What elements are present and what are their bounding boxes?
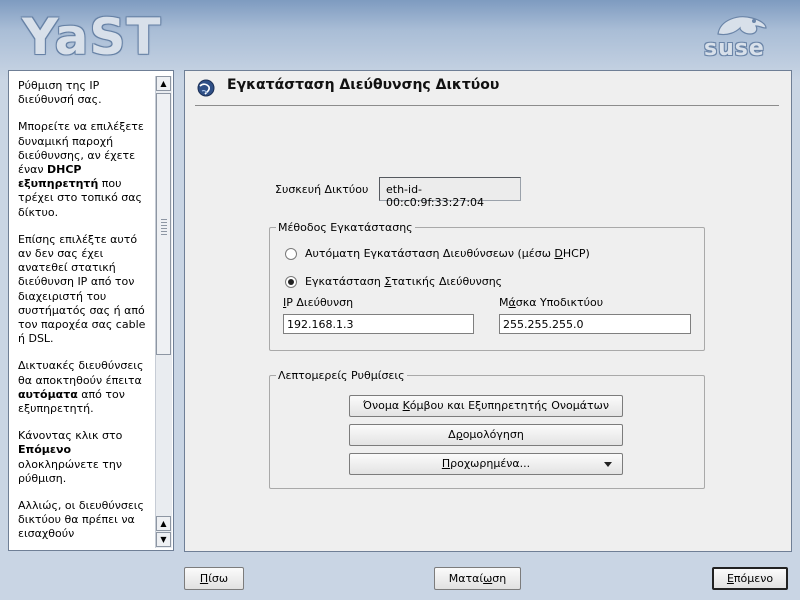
advanced-button[interactable]: Προχωρημένα... xyxy=(349,453,623,475)
dropdown-arrow-icon xyxy=(604,462,612,467)
subnet-mask-label: Μάσκα Υποδικτύου xyxy=(499,296,604,309)
ip-address-label: IP Διεύθυνση xyxy=(283,296,354,309)
scroll-grip xyxy=(161,219,167,235)
detailed-settings-legend: Λεπτομερείς Ρυθμίσεις xyxy=(278,369,405,382)
back-button[interactable]: Πίσω xyxy=(184,567,244,590)
scroll-down-button[interactable]: ▼ xyxy=(156,532,171,547)
page-title: Εγκατάσταση Διεύθυνσης Δικτύου xyxy=(227,77,500,93)
ip-address-input[interactable] xyxy=(283,314,474,334)
radio-static-label: Εγκατάσταση Στατικής Διεύθυνσης xyxy=(305,275,503,288)
setup-method-legend: Μέθοδος Εγκατάστασης xyxy=(278,221,413,234)
radio-dhcp-indicator[interactable] xyxy=(285,247,297,260)
help-paragraph: Επίσης επιλέξτε αυτό αν δεν σας έχει ανα… xyxy=(18,233,150,347)
help-paragraph: Κάνοντας κλικ στο Επόμενο ολοκληρώνετε τ… xyxy=(18,429,150,486)
title-divider xyxy=(195,105,779,106)
help-text-segment: Επίσης επιλέξτε αυτό αν δεν σας έχει ανα… xyxy=(18,232,146,346)
help-paragraph: Ρύθμιση της IP διεύθυνσή σας. xyxy=(18,79,150,107)
help-text-segment: Κάνοντας κλικ στο xyxy=(18,429,123,443)
network-globe-icon xyxy=(197,79,215,97)
radio-static-indicator[interactable] xyxy=(285,275,297,288)
yast-logo: YaST xyxy=(22,8,162,66)
help-paragraph: Αλλιώς, οι διευθύνσεις δικτύου θα πρέπει… xyxy=(18,499,150,542)
help-scrollbar[interactable]: ▲ ▲ ▼ xyxy=(155,76,172,548)
scroll-thumb[interactable] xyxy=(156,93,171,355)
help-text-segment: αυτόματα xyxy=(18,387,78,401)
advanced-button-label: Προχωρημένα... xyxy=(441,457,531,470)
suse-wordmark: suse xyxy=(704,36,765,61)
help-text-segment: Δικτυακές διευθύνσεις θα αποκτηθούν έπει… xyxy=(18,359,144,387)
suse-logo: suse xyxy=(702,10,782,64)
radio-static[interactable]: Εγκατάσταση Στατικής Διεύθυνσης xyxy=(285,275,502,288)
help-text-segment: Αλλιώς, οι διευθύνσεις δικτύου θα πρέπει… xyxy=(18,499,144,541)
hostname-nameserver-button[interactable]: Όνομα Κόμβου και Εξυπηρετητής Ονομάτων xyxy=(349,395,623,417)
main-panel: Εγκατάσταση Διεύθυνσης Δικτύου Συσκευή Δ… xyxy=(184,70,792,552)
help-panel: Ρύθμιση της IP διεύθυνσή σας. Μπορείτε να… xyxy=(8,70,174,551)
header-bar: YaST suse xyxy=(0,0,800,70)
scroll-up-button-lower[interactable]: ▲ xyxy=(156,516,171,531)
scroll-up-button[interactable]: ▲ xyxy=(156,76,171,91)
radio-dhcp[interactable]: Αυτόματη Εγκατάσταση Διευθύνσεων (μέσω D… xyxy=(285,247,590,260)
help-paragraph: Μπορείτε να επιλέξετε δυναμική παροχή δι… xyxy=(18,120,150,219)
next-button[interactable]: Επόμενο xyxy=(712,567,788,590)
device-label: Συσκευή Δικτύου xyxy=(275,183,369,196)
device-value: eth-id-00:c0:9f:33:27:04 xyxy=(379,177,521,209)
help-text: Ρύθμιση της IP διεύθυνσή σας. Μπορείτε να… xyxy=(18,79,150,550)
help-paragraph: Δικτυακές διευθύνσεις θα αποκτηθούν έπει… xyxy=(18,359,150,416)
help-text-segment: Ρύθμιση της IP διεύθυνσή σας. xyxy=(18,79,102,107)
help-text-segment: ολοκληρώνετε την ρύθμιση. xyxy=(18,457,123,485)
routing-button[interactable]: Δρομολόγηση xyxy=(349,424,623,446)
radio-dhcp-label: Αυτόματη Εγκατάσταση Διευθύνσεων (μέσω D… xyxy=(305,247,590,260)
abort-button[interactable]: Ματαίωση xyxy=(434,567,521,590)
help-text-segment: Επόμενο xyxy=(18,443,72,457)
subnet-mask-input[interactable] xyxy=(499,314,691,334)
